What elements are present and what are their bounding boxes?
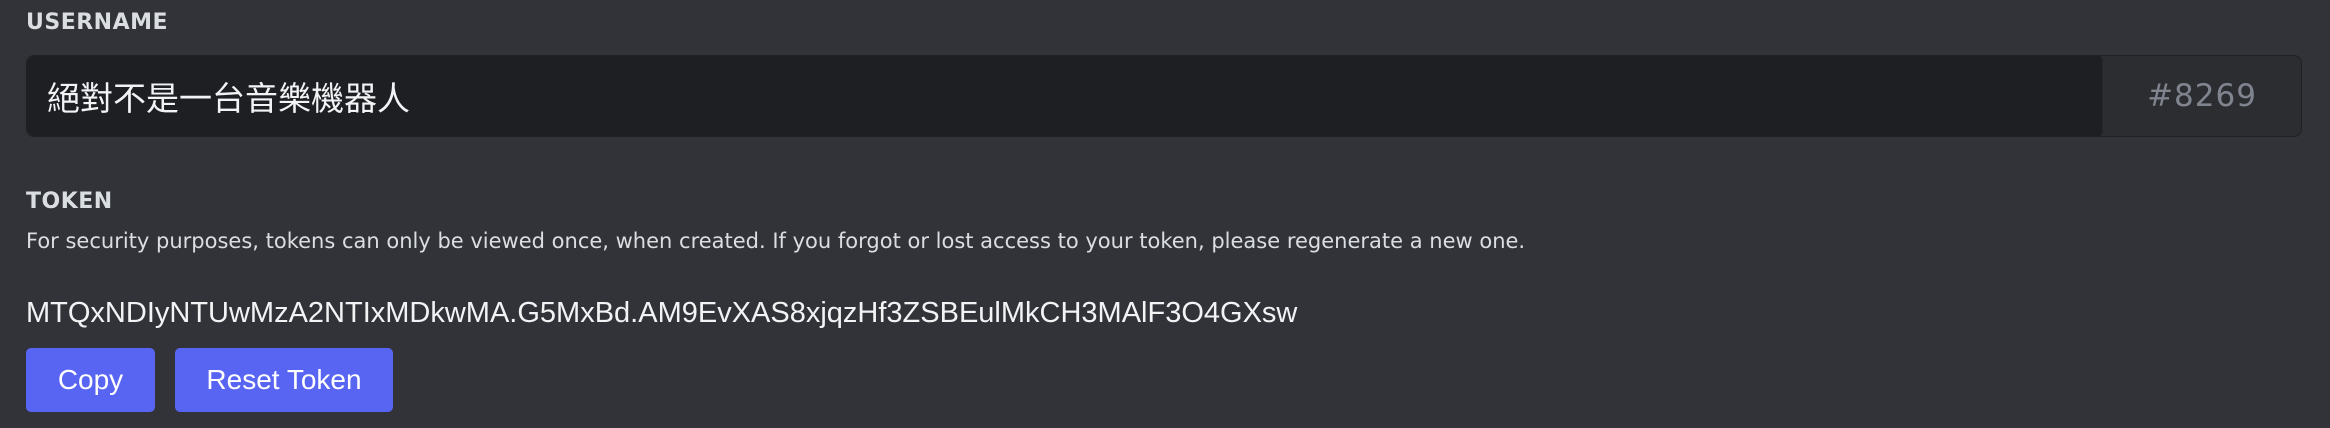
- token-label: TOKEN: [26, 189, 113, 214]
- bot-settings-panel: USERNAME #8269 TOKEN For security purpos…: [0, 0, 2330, 428]
- username-label: USERNAME: [26, 10, 169, 35]
- reset-token-button[interactable]: Reset Token: [175, 348, 393, 412]
- token-value: MTQxNDIyNTUwMzA2NTIxMDkwMA.G5MxBd.AM9EvX…: [26, 297, 1298, 329]
- discriminator-tag: #8269: [2147, 78, 2257, 114]
- token-help-text: For security purposes, tokens can only b…: [26, 229, 1526, 253]
- copy-button[interactable]: Copy: [26, 348, 155, 412]
- username-field-group: #8269: [26, 55, 2302, 137]
- username-input[interactable]: [27, 56, 2103, 136]
